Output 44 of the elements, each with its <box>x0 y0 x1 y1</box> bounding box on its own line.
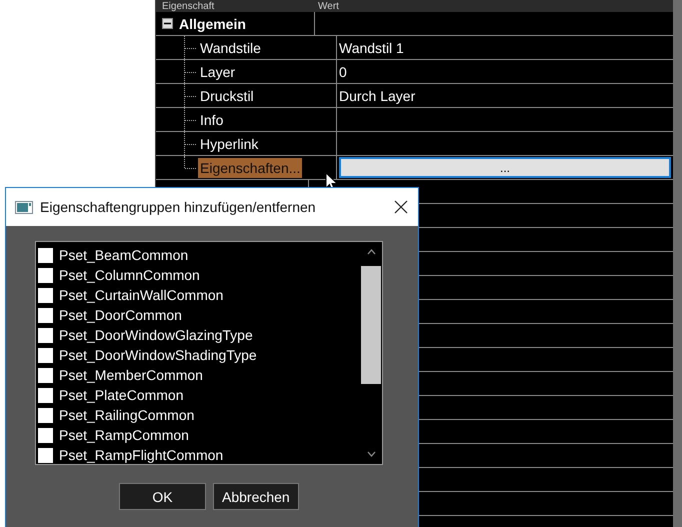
property-name[interactable]: Layer <box>198 62 238 82</box>
app-icon <box>15 200 33 214</box>
checkbox-label[interactable]: Pset_RampCommon <box>59 427 189 443</box>
property-name[interactable]: Info <box>198 110 226 130</box>
checkbox[interactable] <box>38 408 53 422</box>
property-name[interactable]: Hyperlink <box>198 134 260 154</box>
column-header[interactable]: Eigenschaft <box>156 1 310 12</box>
checkbox-label[interactable]: Pset_PlateCommon <box>59 387 184 403</box>
collapse-icon[interactable] <box>162 18 173 29</box>
checkbox[interactable] <box>38 428 53 442</box>
dialog-title: Eigenschaftengruppen hinzufügen/entfernen <box>40 199 317 215</box>
checkbox[interactable] <box>38 368 53 382</box>
property-name[interactable]: Wandstile <box>198 38 263 58</box>
checkbox-label[interactable]: Pset_DoorCommon <box>59 307 182 323</box>
checkbox-label[interactable]: Pset_MemberCommon <box>59 367 203 383</box>
property-value[interactable]: 0 <box>339 64 347 80</box>
checkbox[interactable] <box>38 348 53 362</box>
property-value[interactable]: Wandstil 1 <box>339 40 404 56</box>
close-icon[interactable] <box>394 200 408 214</box>
property-value[interactable]: Durch Layer <box>339 88 416 104</box>
checkbox[interactable] <box>38 268 53 282</box>
browse-button[interactable]: ... <box>339 157 671 178</box>
dialog-button[interactable]: OK <box>119 483 206 510</box>
property-name[interactable]: Eigenschaften... <box>198 158 302 178</box>
checkbox-label[interactable]: Pset_ColumnCommon <box>59 267 200 283</box>
chevron-up-icon[interactable] <box>366 249 376 255</box>
checkbox[interactable] <box>38 448 53 462</box>
dialog-button[interactable]: Abbrechen <box>213 483 299 510</box>
checkbox[interactable] <box>38 308 53 322</box>
checkbox-label[interactable]: Pset_BeamCommon <box>59 247 188 263</box>
checkbox-label[interactable]: Pset_RailingCommon <box>59 407 194 423</box>
property-name[interactable]: Druckstil <box>198 86 256 106</box>
group-label[interactable]: Allgemein <box>179 16 246 32</box>
checkbox[interactable] <box>38 288 53 302</box>
checkbox-label[interactable]: Pset_CurtainWallCommon <box>59 287 224 303</box>
scrollbar-thumb[interactable] <box>361 266 381 384</box>
checkbox-label[interactable]: Pset_DoorWindowShadingType <box>59 347 257 363</box>
chevron-down-icon[interactable] <box>366 451 376 457</box>
checkbox[interactable] <box>38 388 53 402</box>
checkbox[interactable] <box>38 328 53 342</box>
checkbox[interactable] <box>38 248 53 262</box>
checkbox-label[interactable]: Pset_DoorWindowGlazingType <box>59 327 253 343</box>
column-header[interactable]: Wert <box>310 1 339 12</box>
checkbox-label[interactable]: Pset_RampFlightCommon <box>59 447 224 463</box>
